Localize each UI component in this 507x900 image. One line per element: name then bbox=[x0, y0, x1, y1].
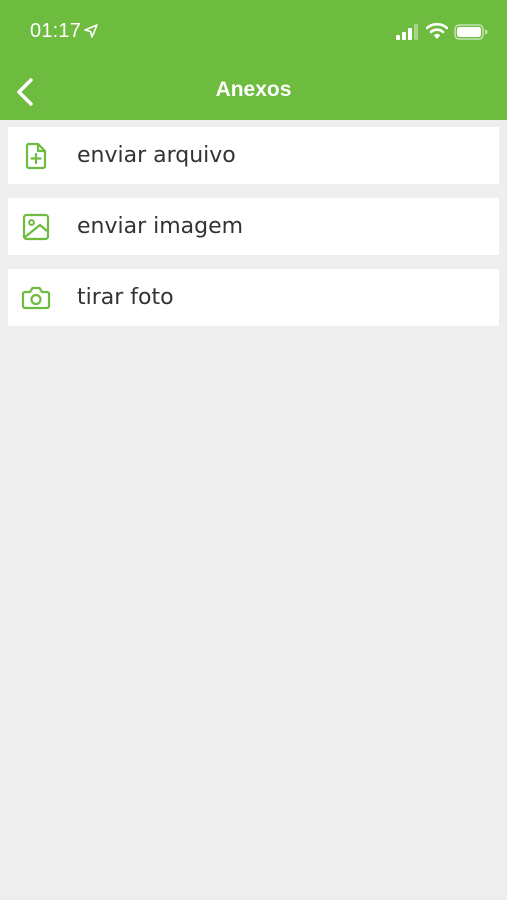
status-bar: 01:17 bbox=[0, 0, 507, 64]
file-plus-icon bbox=[21, 141, 51, 171]
send-file-label: enviar arquivo bbox=[77, 143, 236, 168]
send-file-option[interactable]: enviar arquivo bbox=[8, 127, 499, 184]
take-photo-label: tirar foto bbox=[77, 285, 174, 310]
location-arrow-icon bbox=[84, 24, 98, 38]
attachment-options-list: enviar arquivo enviar imagem tirar foto bbox=[8, 127, 499, 340]
status-time: 01:17 bbox=[30, 20, 82, 42]
page-title: Anexos bbox=[215, 78, 292, 101]
battery-icon bbox=[454, 24, 488, 40]
wifi-icon bbox=[426, 22, 448, 39]
camera-icon bbox=[21, 283, 51, 313]
navigation-bar: Anexos bbox=[0, 64, 507, 120]
send-image-option[interactable]: enviar imagem bbox=[8, 198, 499, 255]
cellular-signal-icon bbox=[396, 24, 418, 40]
send-image-label: enviar imagem bbox=[77, 214, 244, 239]
take-photo-option[interactable]: tirar foto bbox=[8, 269, 499, 326]
app-header: 01:17 Anexos bbox=[0, 0, 507, 120]
image-icon bbox=[21, 212, 51, 242]
